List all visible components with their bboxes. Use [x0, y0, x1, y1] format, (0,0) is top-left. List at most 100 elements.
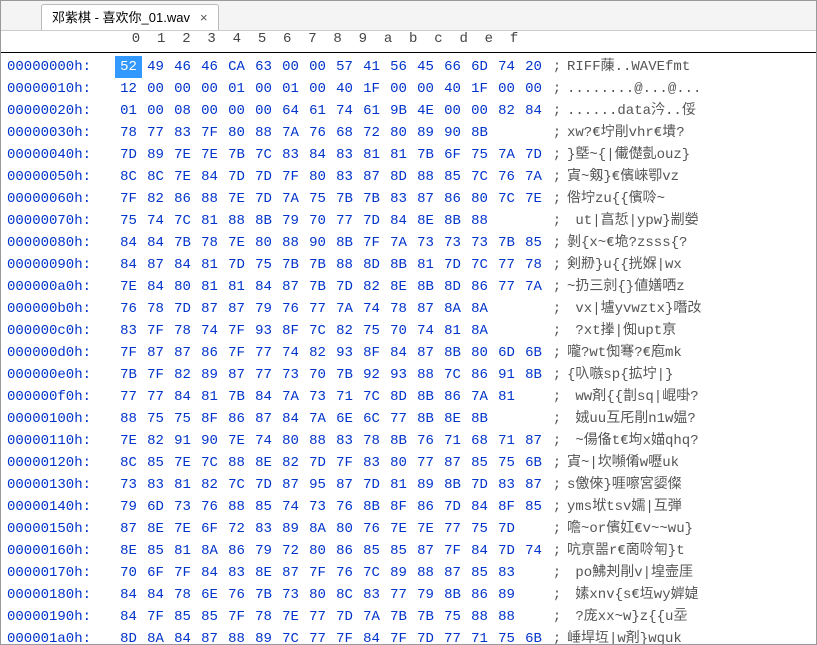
hex-byte-cell[interactable]: 75: [466, 518, 493, 540]
hex-byte-cell[interactable]: 1F: [358, 78, 385, 100]
hex-byte-cell[interactable]: 01: [277, 78, 304, 100]
hex-byte-cell[interactable]: 81: [196, 276, 223, 298]
hex-byte-cell[interactable]: 77: [304, 606, 331, 628]
hex-byte-cell[interactable]: 7F: [304, 562, 331, 584]
hex-row[interactable]: 00000040h:7D897E7E7B7C83848381817B6F757A…: [1, 144, 816, 166]
hex-byte-cell[interactable]: 7F: [331, 452, 358, 474]
ascii-cell[interactable]: vx|壚yvwztx}噆妀: [567, 298, 816, 320]
hex-byte-cell[interactable]: 7E: [169, 518, 196, 540]
hex-byte-cell[interactable]: 8D: [385, 386, 412, 408]
hex-row[interactable]: 000000e0h:7B7F8289877773707B9293887C8691…: [1, 364, 816, 386]
hex-row[interactable]: 00000020h:010008000000646174619B4E000082…: [1, 100, 816, 122]
hex-byte-cell[interactable]: 79: [250, 540, 277, 562]
hex-byte-cell[interactable]: 80: [223, 122, 250, 144]
hex-byte-cell[interactable]: 7F: [223, 320, 250, 342]
hex-byte-cell[interactable]: 08: [169, 100, 196, 122]
hex-byte-cell[interactable]: 68: [466, 430, 493, 452]
hex-row[interactable]: 00000130h:738381827C7D8795877D81898B7D83…: [1, 474, 816, 496]
hex-byte-cell[interactable]: 70: [115, 562, 142, 584]
hex-byte-cell[interactable]: 7F: [142, 364, 169, 386]
hex-byte-cell[interactable]: 7C: [304, 320, 331, 342]
hex-byte-cell[interactable]: 82: [304, 342, 331, 364]
hex-byte-cell[interactable]: 8E: [115, 540, 142, 562]
hex-byte-cell[interactable]: 91: [493, 364, 520, 386]
hex-byte-cell[interactable]: 76: [412, 430, 439, 452]
hex-byte-cell[interactable]: 77: [493, 276, 520, 298]
hex-byte-cell[interactable]: 85: [466, 452, 493, 474]
hex-byte-cell[interactable]: 6F: [196, 518, 223, 540]
hex-byte-cell[interactable]: 7F: [142, 606, 169, 628]
hex-byte-cell[interactable]: 8B: [466, 122, 493, 144]
hex-byte-cell[interactable]: 76: [304, 122, 331, 144]
hex-byte-cell[interactable]: 77: [331, 210, 358, 232]
hex-row[interactable]: 00000120h:8C857E7C888E827D7F838077878575…: [1, 452, 816, 474]
hex-byte-cell[interactable]: [520, 518, 547, 540]
hex-byte-cell[interactable]: 6D: [466, 56, 493, 78]
hex-byte-cell[interactable]: 89: [142, 144, 169, 166]
file-tab[interactable]: 邓紫棋 - 喜欢你_01.wav ×: [41, 4, 219, 30]
hex-byte-cell[interactable]: 7A: [331, 298, 358, 320]
hex-row[interactable]: 00000090h:848784817D757B7B888D8B817D7C77…: [1, 254, 816, 276]
hex-byte-cell[interactable]: 8E: [250, 452, 277, 474]
hex-byte-cell[interactable]: 73: [304, 496, 331, 518]
hex-byte-cell[interactable]: 88: [277, 232, 304, 254]
hex-byte-cell[interactable]: 83: [493, 474, 520, 496]
hex-byte-cell[interactable]: 7F: [385, 628, 412, 644]
hex-byte-cell[interactable]: 7F: [142, 320, 169, 342]
hex-byte-cell[interactable]: 8B: [439, 342, 466, 364]
hex-byte-cell[interactable]: 78: [115, 122, 142, 144]
hex-byte-cell[interactable]: 84: [169, 254, 196, 276]
hex-byte-cell[interactable]: 61: [358, 100, 385, 122]
hex-byte-cell[interactable]: 84: [142, 584, 169, 606]
hex-byte-cell[interactable]: 8C: [331, 584, 358, 606]
hex-byte-cell[interactable]: 8B: [412, 386, 439, 408]
hex-byte-cell[interactable]: 80: [466, 188, 493, 210]
hex-byte-cell[interactable]: 87: [520, 430, 547, 452]
hex-byte-cell[interactable]: 7C: [493, 188, 520, 210]
hex-byte-cell[interactable]: 85: [142, 540, 169, 562]
hex-byte-cell[interactable]: [493, 122, 520, 144]
hex-byte-cell[interactable]: [520, 122, 547, 144]
hex-byte-cell[interactable]: 7D: [223, 166, 250, 188]
hex-byte-cell[interactable]: 52: [115, 56, 142, 78]
hex-byte-cell[interactable]: 73: [277, 584, 304, 606]
hex-byte-cell[interactable]: 77: [142, 386, 169, 408]
hex-byte-cell[interactable]: 70: [304, 210, 331, 232]
hex-byte-cell[interactable]: 78: [196, 232, 223, 254]
hex-byte-cell[interactable]: 7B: [304, 254, 331, 276]
hex-byte-cell[interactable]: 77: [304, 298, 331, 320]
hex-byte-cell[interactable]: 73: [169, 496, 196, 518]
hex-byte-cell[interactable]: 00: [466, 100, 493, 122]
hex-byte-cell[interactable]: 7E: [196, 144, 223, 166]
hex-byte-cell[interactable]: 46: [196, 56, 223, 78]
hex-byte-cell[interactable]: 85: [169, 606, 196, 628]
hex-byte-cell[interactable]: 7B: [223, 386, 250, 408]
hex-byte-cell[interactable]: 76: [196, 496, 223, 518]
hex-byte-cell[interactable]: 00: [439, 100, 466, 122]
hex-byte-cell[interactable]: 86: [439, 386, 466, 408]
hex-byte-cell[interactable]: 77: [250, 342, 277, 364]
hex-byte-cell[interactable]: 86: [466, 364, 493, 386]
hex-byte-cell[interactable]: 7B: [331, 364, 358, 386]
hex-byte-cell[interactable]: 8F: [358, 342, 385, 364]
hex-byte-cell[interactable]: 7F: [115, 188, 142, 210]
hex-byte-cell[interactable]: 86: [466, 584, 493, 606]
hex-byte-cell[interactable]: 7D: [331, 606, 358, 628]
hex-byte-cell[interactable]: 75: [115, 210, 142, 232]
hex-row[interactable]: 00000180h:8484786E767B73808C8377798B8689…: [1, 584, 816, 606]
hex-byte-cell[interactable]: 8B: [412, 276, 439, 298]
hex-byte-cell[interactable]: 8A: [142, 628, 169, 644]
hex-byte-cell[interactable]: 88: [223, 628, 250, 644]
hex-byte-cell[interactable]: 88: [223, 210, 250, 232]
hex-byte-cell[interactable]: 86: [439, 188, 466, 210]
hex-byte-cell[interactable]: 6C: [358, 408, 385, 430]
ascii-cell[interactable]: 寊~剱}€儐崍卾vz: [567, 166, 816, 188]
hex-byte-cell[interactable]: 86: [331, 540, 358, 562]
ascii-cell[interactable]: 噡~or儐妅€v~~wu}: [567, 518, 816, 540]
hex-byte-cell[interactable]: 00: [277, 56, 304, 78]
hex-byte-cell[interactable]: 7C: [196, 452, 223, 474]
hex-byte-cell[interactable]: 87: [412, 540, 439, 562]
hex-byte-cell[interactable]: 81: [169, 540, 196, 562]
hex-byte-cell[interactable]: 00: [169, 78, 196, 100]
hex-byte-cell[interactable]: 01: [115, 100, 142, 122]
